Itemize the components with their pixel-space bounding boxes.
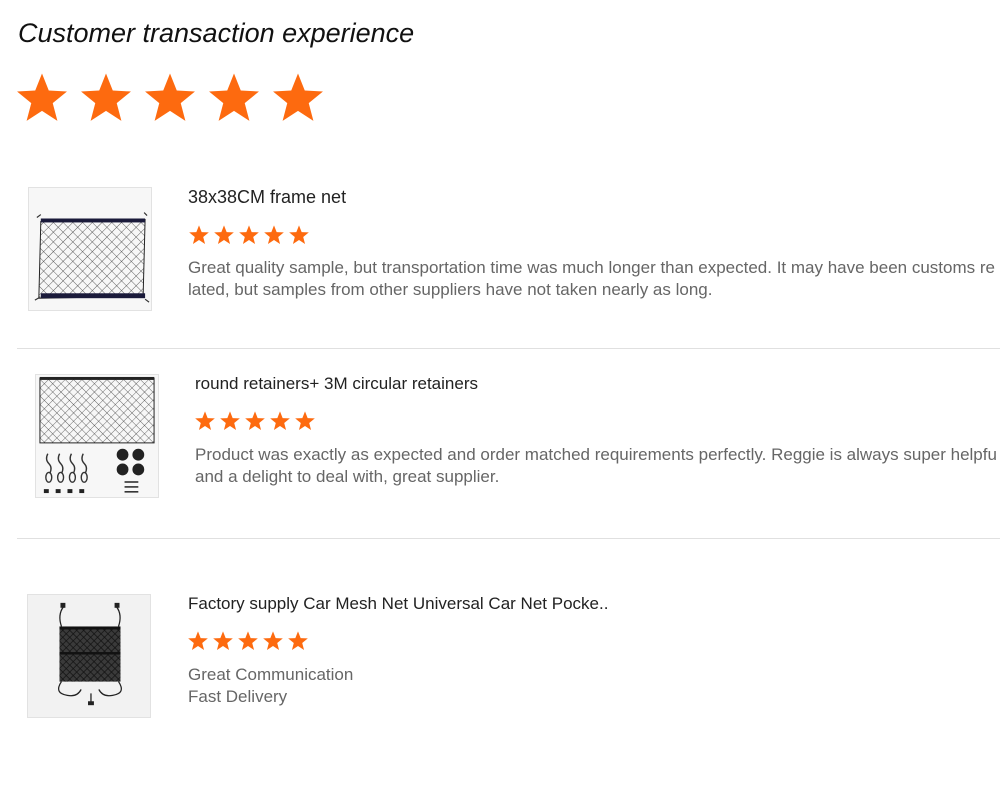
star-icon bbox=[145, 73, 195, 121]
divider bbox=[17, 538, 1000, 539]
car-mesh-pocket-icon bbox=[28, 595, 150, 717]
product-thumbnail[interactable] bbox=[28, 187, 152, 311]
product-name[interactable]: 38x38CM frame net bbox=[188, 187, 346, 208]
frame-net-icon bbox=[29, 188, 151, 310]
star-icon bbox=[188, 631, 208, 650]
star-icon bbox=[264, 225, 284, 244]
star-icon bbox=[209, 73, 259, 121]
star-icon bbox=[214, 225, 234, 244]
comment-line: Fast Delivery bbox=[188, 687, 288, 706]
product-thumbnail[interactable] bbox=[27, 594, 151, 718]
star-icon bbox=[273, 73, 323, 121]
star-icon bbox=[288, 631, 308, 650]
comment-line: Great quality sample, but transportation… bbox=[188, 258, 995, 277]
star-icon bbox=[213, 631, 233, 650]
review-rating bbox=[187, 630, 312, 652]
review-comment: Great quality sample, but transportation… bbox=[188, 257, 995, 301]
product-name[interactable]: round retainers+ 3M circular retainers bbox=[195, 374, 478, 394]
comment-line: lated, but samples from other suppliers … bbox=[188, 280, 713, 299]
product-name[interactable]: Factory supply Car Mesh Net Universal Ca… bbox=[188, 594, 608, 614]
overall-rating bbox=[14, 70, 334, 126]
star-icon bbox=[245, 411, 265, 430]
review-rating bbox=[188, 224, 313, 246]
star-icon bbox=[295, 411, 315, 430]
star-icon bbox=[263, 631, 283, 650]
star-icon bbox=[238, 631, 258, 650]
star-icon bbox=[289, 225, 309, 244]
review-rating bbox=[194, 410, 319, 432]
star-icon bbox=[81, 73, 131, 121]
review-comment: Product was exactly as expected and orde… bbox=[195, 444, 997, 488]
star-icon bbox=[239, 225, 259, 244]
star-icon bbox=[17, 73, 67, 121]
star-icon bbox=[195, 411, 215, 430]
product-thumbnail[interactable] bbox=[35, 374, 159, 498]
page-title: Customer transaction experience bbox=[18, 18, 415, 48]
review-comment: Great Communication Fast Delivery bbox=[188, 664, 353, 708]
divider bbox=[17, 348, 1000, 349]
star-icon bbox=[189, 225, 209, 244]
star-icon bbox=[220, 411, 240, 430]
comment-line: Great Communication bbox=[188, 665, 354, 684]
comment-line: Product was exactly as expected and orde… bbox=[195, 445, 997, 464]
cargo-net-with-retainers-icon bbox=[36, 375, 158, 497]
comment-line: and a delight to deal with, great suppli… bbox=[195, 467, 500, 486]
star-icon bbox=[270, 411, 290, 430]
